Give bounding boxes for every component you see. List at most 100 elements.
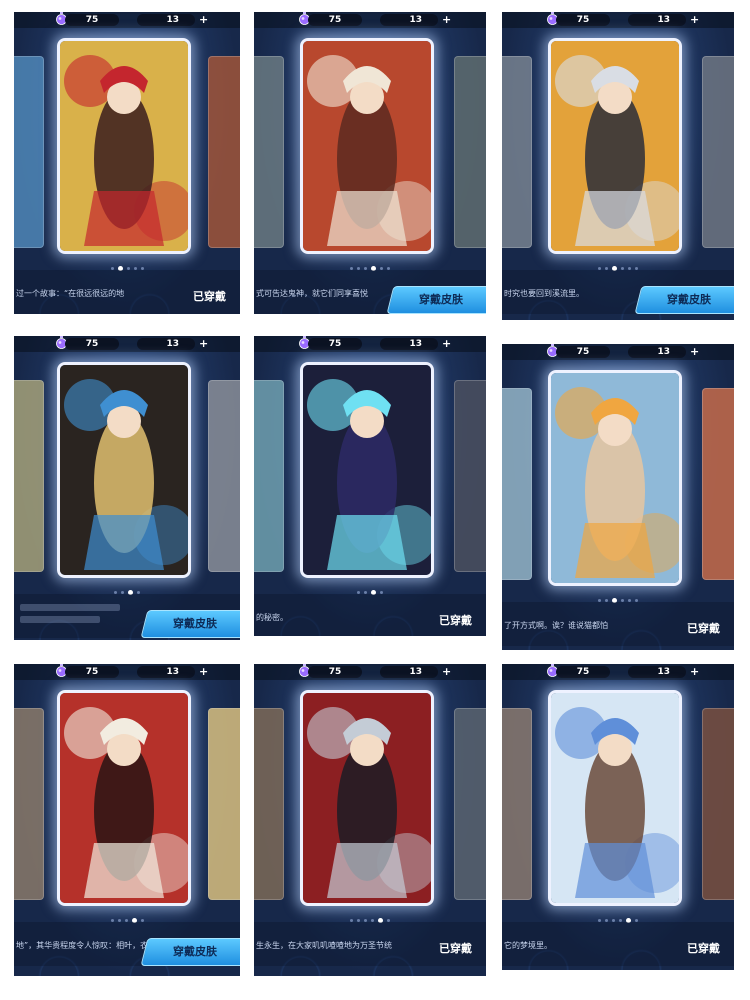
gem-counter: 13: [137, 338, 195, 350]
wear-skin-button[interactable]: 穿戴皮肤: [140, 938, 240, 966]
coin-count: 75: [576, 347, 590, 357]
page-indicator: [14, 582, 240, 595]
selected-skin-card[interactable]: [57, 38, 191, 254]
skin-info-bar: 它的梦境里。 已穿戴: [502, 922, 734, 966]
add-gems-icon[interactable]: +: [442, 13, 451, 27]
prev-skin-card[interactable]: [14, 708, 44, 900]
page-indicator: [502, 258, 734, 271]
coin-count: 75: [328, 339, 342, 349]
wear-skin-button-label: 穿戴皮肤: [173, 945, 217, 958]
next-skin-card[interactable]: [702, 708, 734, 900]
coin-counter: 75: [308, 14, 362, 26]
coin-counter: 75: [556, 14, 610, 26]
next-skin-card[interactable]: [208, 708, 240, 900]
skin-artwork: [60, 365, 188, 575]
next-skin-card[interactable]: [454, 380, 486, 572]
resource-bar: 75 13 +: [14, 664, 240, 680]
skin-info-bar: 过一个故事：“在很远很远的地 已穿戴: [14, 270, 240, 314]
gem-counter: 13: [137, 14, 195, 26]
resource-bar: 75 13 +: [14, 12, 240, 28]
gem-counter: 13: [380, 14, 438, 26]
skin-info-bar: 的秘密。 已穿戴: [254, 594, 486, 636]
wear-skin-button-label: 穿戴皮肤: [173, 617, 217, 630]
skin-artwork: [60, 41, 188, 251]
selected-skin-card[interactable]: [548, 370, 682, 586]
skin-selection-panel-5: 75 13 + 的秘密。 已穿戴: [254, 336, 486, 636]
gem-count: 13: [166, 15, 179, 25]
selected-skin-card[interactable]: [57, 362, 191, 578]
selected-skin-card[interactable]: [548, 38, 682, 254]
add-gems-icon[interactable]: +: [199, 13, 208, 27]
prev-skin-card[interactable]: [502, 388, 532, 580]
gem-count: 13: [409, 339, 422, 349]
skin-artwork: [551, 693, 679, 903]
skin-info-bar: 生永生，在大家叽叽喳喳地为万圣节统 已穿戴: [254, 922, 486, 966]
skin-artwork: [551, 373, 679, 583]
selected-skin-card[interactable]: [300, 690, 434, 906]
next-skin-card[interactable]: [454, 56, 486, 248]
equipped-status: 已穿戴: [687, 942, 720, 955]
gem-counter: 13: [380, 338, 438, 350]
skin-artwork: [303, 41, 431, 251]
prev-skin-card[interactable]: [14, 380, 44, 572]
gem-count: 13: [657, 667, 670, 677]
selected-skin-card[interactable]: [300, 38, 434, 254]
skin-artwork: [60, 693, 188, 903]
add-gems-icon[interactable]: +: [199, 337, 208, 351]
skin-info-bar: 穿戴皮肤: [14, 594, 240, 638]
equipped-status: 已穿戴: [439, 942, 472, 955]
skin-description: 时究也要回到溪流里。: [504, 289, 584, 298]
gem-count: 13: [166, 667, 179, 677]
skin-selection-panel-3: 75 13 + 时究也要回到溪流里。 穿戴皮肤: [502, 12, 734, 320]
coin-counter: 75: [308, 666, 362, 678]
skin-artwork: [303, 693, 431, 903]
page-indicator: [14, 258, 240, 271]
selected-skin-card[interactable]: [548, 690, 682, 906]
add-gems-icon[interactable]: +: [690, 345, 699, 359]
skin-selection-panel-2: 75 13 + 式可告达鬼神，就它们同享喜悦 穿戴皮肤: [254, 12, 486, 314]
prev-skin-card[interactable]: [254, 56, 284, 248]
selected-skin-card[interactable]: [300, 362, 434, 578]
coin-counter: 75: [556, 346, 610, 358]
coin-count: 75: [328, 15, 342, 25]
skin-selection-panel-9: 75 13 + 它的梦境里。 已穿戴: [502, 664, 734, 970]
wear-skin-button[interactable]: 穿戴皮肤: [386, 286, 486, 314]
skin-description: 它的梦境里。: [504, 941, 552, 950]
next-skin-card[interactable]: [208, 56, 240, 248]
page-indicator: [254, 258, 486, 271]
prev-skin-card[interactable]: [502, 708, 532, 900]
next-skin-card[interactable]: [702, 388, 734, 580]
add-gems-icon[interactable]: +: [199, 665, 208, 679]
resource-bar: 75 13 +: [254, 664, 486, 680]
prev-skin-card[interactable]: [14, 56, 44, 248]
add-gems-icon[interactable]: +: [690, 13, 699, 27]
next-skin-card[interactable]: [702, 56, 734, 248]
next-skin-card[interactable]: [454, 708, 486, 900]
page-indicator: [14, 910, 240, 923]
gem-count: 13: [409, 667, 422, 677]
coin-count: 75: [85, 667, 99, 677]
coin-count: 75: [328, 667, 342, 677]
resource-bar: 75 13 +: [254, 336, 486, 352]
skin-selection-panel-7: 75 13 + 地”，其华贵程度令人惊叹：相叶，衣裳漏风处已纪好厚厚穿戴皮肤: [14, 664, 240, 976]
add-gems-icon[interactable]: +: [442, 665, 451, 679]
gem-counter: 13: [380, 666, 438, 678]
next-skin-card[interactable]: [208, 380, 240, 572]
coin-counter: 75: [308, 338, 362, 350]
gem-counter: 13: [628, 14, 686, 26]
coin-counter: 75: [65, 338, 119, 350]
prev-skin-card[interactable]: [254, 380, 284, 572]
wear-skin-button[interactable]: 穿戴皮肤: [140, 610, 240, 638]
wear-skin-button[interactable]: 穿戴皮肤: [634, 286, 734, 314]
gem-counter: 13: [137, 666, 195, 678]
resource-bar: 75 13 +: [14, 336, 240, 352]
coin-counter: 75: [65, 14, 119, 26]
prev-skin-card[interactable]: [254, 708, 284, 900]
add-gems-icon[interactable]: +: [442, 337, 451, 351]
skin-selection-panel-6: 75 13 + 了开方式啊。诶？谁说猫都怕 已穿戴: [502, 344, 734, 650]
add-gems-icon[interactable]: +: [690, 665, 699, 679]
page-indicator: [502, 590, 734, 603]
prev-skin-card[interactable]: [502, 56, 532, 248]
selected-skin-card[interactable]: [57, 690, 191, 906]
coin-count: 75: [85, 15, 99, 25]
